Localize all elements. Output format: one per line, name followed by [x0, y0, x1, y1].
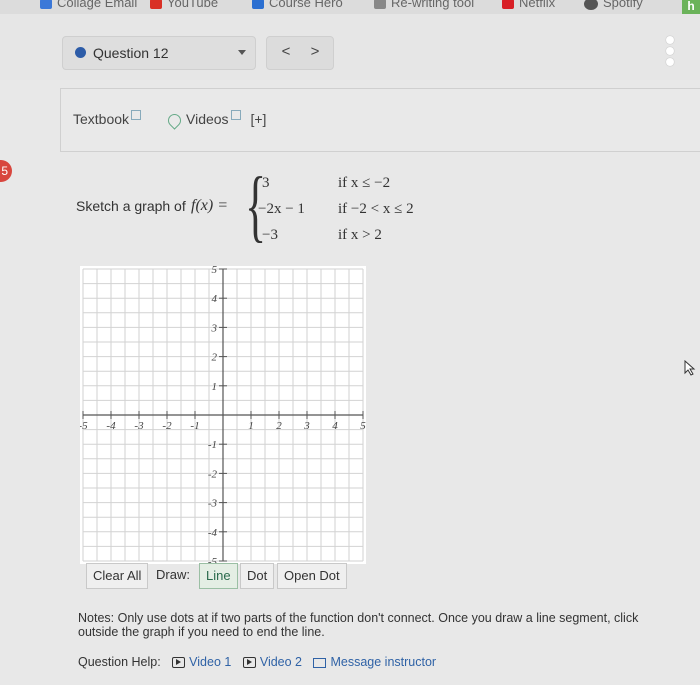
x-tick-label: 1 [248, 420, 254, 432]
x-tick-label: -2 [162, 420, 172, 432]
x-tick-label: -4 [106, 420, 116, 432]
problem-prompt: Sketch a graph of [76, 198, 186, 214]
graph-canvas[interactable]: -5-4-3-2-11234554321-1-2-3-4-5 [78, 264, 366, 569]
question-select[interactable]: Question 12 [62, 36, 256, 70]
notes-text: Notes: Only use dots at if two parts of … [78, 611, 700, 639]
question-help: Question Help: Video 1 Video 2 Message i… [78, 655, 436, 669]
y-tick-label: 3 [211, 322, 218, 334]
y-tick-label: -2 [208, 468, 218, 480]
x-tick-label: -1 [190, 420, 199, 432]
clear-all-button[interactable]: Clear All [86, 563, 149, 589]
question-number-badge: 5 [0, 160, 12, 182]
next-question-button[interactable]: > [303, 43, 327, 60]
y-tick-label: 4 [212, 293, 218, 305]
x-tick-label: 2 [276, 420, 282, 432]
youtube-icon [150, 0, 162, 9]
tool-icon [374, 0, 386, 9]
bookmark-netflix[interactable]: Netflix [502, 0, 555, 10]
more-options-icon[interactable] [666, 36, 674, 69]
chevron-down-icon [238, 50, 246, 55]
piece-1-expr: 3 [262, 175, 270, 191]
spotify-icon [584, 0, 598, 10]
paperclip-icon [165, 111, 184, 130]
x-tick-label: 5 [360, 420, 366, 432]
piece-2-expr: −2x − 1 [258, 201, 305, 217]
x-tick-label: 4 [332, 420, 338, 432]
external-link-icon [230, 110, 241, 120]
piece-1-condition: if x ≤ −2 [338, 175, 391, 191]
envelope-icon [313, 657, 327, 668]
line-tool-button[interactable]: Line [199, 563, 238, 589]
y-tick-label: 2 [212, 352, 218, 364]
resources-box: Textbook Videos [+] [60, 88, 700, 152]
piece-3-expr: −3 [262, 227, 278, 243]
y-tick-label: -1 [208, 439, 217, 451]
y-tick-label: 5 [212, 266, 218, 276]
bookmark-h[interactable]: h [682, 0, 700, 14]
open-dot-tool-button[interactable]: Open Dot [277, 563, 347, 589]
draw-label: Draw: [156, 567, 190, 582]
coordinate-grid[interactable]: -5-4-3-2-11234554321-1-2-3-4-5 [78, 264, 366, 568]
message-instructor-link[interactable]: Message instructor [313, 655, 436, 669]
video-icon [172, 657, 186, 669]
videos-link[interactable]: Videos [+] [165, 110, 266, 130]
notes-line-1: Notes: Only use dots at if two parts of … [78, 611, 639, 625]
question-help-label: Question Help: [78, 655, 161, 669]
textbook-link[interactable]: Textbook [73, 110, 142, 127]
y-tick-label: -3 [208, 498, 218, 510]
course-hero-icon [252, 0, 264, 9]
external-link-icon [131, 110, 142, 120]
bookmarks-bar: Collage Email YouTube Course Hero Re-wri… [0, 0, 700, 15]
piece-2-condition: if −2 < x ≤ 2 [338, 201, 414, 217]
y-tick-label: 1 [212, 381, 218, 393]
x-tick-label: -3 [134, 420, 144, 432]
piece-3-condition: if x > 2 [338, 227, 382, 243]
x-tick-label: -5 [80, 420, 88, 432]
dot-tool-button[interactable]: Dot [240, 563, 275, 589]
x-tick-label: 3 [303, 420, 310, 432]
mail-icon [40, 0, 52, 9]
video-2-link[interactable]: Video 2 [242, 655, 302, 669]
mouse-cursor-icon [684, 360, 696, 376]
bookmark-youtube[interactable]: YouTube [150, 0, 218, 10]
expand-resources-button[interactable]: [+] [250, 111, 266, 127]
question-nav: < > [266, 36, 334, 70]
function-name: f(x) = [191, 197, 228, 214]
bookmark-rewriting-tool[interactable]: Re-writing tool [374, 0, 474, 10]
question-bar: Question 12 < > [0, 14, 700, 80]
bookmark-course-hero[interactable]: Course Hero [252, 0, 343, 10]
video-icon [242, 657, 256, 669]
status-dot-icon [75, 47, 86, 58]
bookmark-spotify[interactable]: Spotify [584, 0, 643, 10]
video-1-link[interactable]: Video 1 [172, 655, 231, 669]
y-tick-label: -4 [208, 527, 218, 539]
notes-line-2: outside the graph if you need to end the… [78, 625, 325, 639]
prev-question-button[interactable]: < [274, 43, 298, 60]
question-label: Question 12 [93, 45, 169, 61]
bookmark-college-email[interactable]: Collage Email [40, 0, 137, 10]
netflix-icon [502, 0, 514, 9]
